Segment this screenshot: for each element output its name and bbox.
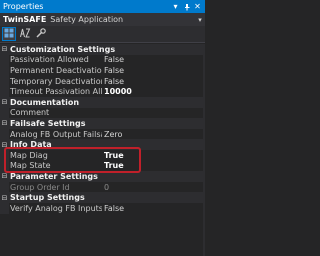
category-startup-settings[interactable]: ⊟ Startup Settings <box>0 192 205 203</box>
property-name: Timeout Passivation Allov <box>10 87 102 97</box>
object-name: TwinSAFE <box>3 15 47 24</box>
property-name: Temporary Deactivation A <box>10 76 102 86</box>
category-failsafe-settings[interactable]: ⊟ Failsafe Settings <box>0 118 205 129</box>
alphabetical-button[interactable] <box>18 27 32 41</box>
property-name: Passivation Allowed <box>10 55 89 65</box>
window-controls: ▾ ✕ <box>171 1 205 12</box>
collapse-icon[interactable]: ⊟ <box>0 194 9 202</box>
collapse-icon[interactable]: ⊟ <box>0 141 9 149</box>
chevron-down-icon[interactable]: ▾ <box>195 16 205 24</box>
property-name: Analog FB Output Failsafe <box>10 129 102 139</box>
category-customization-settings[interactable]: ⊟ Customization Settings <box>0 44 205 55</box>
category-label: Parameter Settings <box>10 171 98 181</box>
property-row-temporary-deactivation[interactable]: Temporary Deactivation A False <box>0 75 205 87</box>
property-name: Verify Analog FB Inputs at <box>10 203 102 213</box>
property-name: Map Diag <box>10 150 48 160</box>
window-title: Properties <box>3 2 44 11</box>
property-row-passivation-allowed[interactable]: Passivation Allowed False <box>0 54 205 66</box>
property-row-group-order-id[interactable]: Group Order Id 0 <box>0 181 205 193</box>
collapse-icon[interactable]: ⊟ <box>0 98 9 106</box>
collapse-icon[interactable]: ⊟ <box>0 119 9 127</box>
property-name: Comment <box>10 108 50 118</box>
category-info-data[interactable]: ⊟ Info Data <box>0 139 205 150</box>
property-pages-button[interactable] <box>34 27 48 41</box>
property-row-timeout-passivation[interactable]: Timeout Passivation Allov 10000 <box>0 86 205 97</box>
property-value[interactable]: False <box>102 55 205 64</box>
chevron-down-icon[interactable]: ▾ <box>171 1 180 12</box>
property-value[interactable]: Zero <box>102 130 205 139</box>
property-value[interactable]: False <box>102 204 205 213</box>
category-label: Failsafe Settings <box>10 118 86 128</box>
property-row-verify-analog-fb-inputs[interactable]: Verify Analog FB Inputs at False <box>0 202 205 214</box>
grid-right-edge <box>203 44 205 256</box>
object-type: Safety Application <box>50 15 124 24</box>
wrench-icon <box>36 28 46 40</box>
property-name: Map State <box>10 161 51 171</box>
properties-title-bar[interactable]: Properties ▾ ✕ <box>0 0 205 13</box>
property-row-analog-fb-output-failsafe[interactable]: Analog FB Output Failsafe Zero <box>0 128 205 140</box>
property-row-map-diag[interactable]: Map Diag True <box>0 149 205 161</box>
property-name: Permanent Deactivation A <box>10 65 102 75</box>
collapse-icon[interactable]: ⊟ <box>0 45 9 53</box>
collapse-icon[interactable]: ⊟ <box>0 172 9 180</box>
category-documentation[interactable]: ⊟ Documentation <box>0 96 205 108</box>
property-value[interactable]: True <box>102 161 205 170</box>
property-row-comment[interactable]: Comment <box>0 107 205 119</box>
property-value[interactable]: 0 <box>102 183 205 192</box>
category-label: Startup Settings <box>10 193 85 203</box>
property-name: Group Order Id <box>10 182 70 192</box>
pin-icon[interactable] <box>182 1 191 12</box>
alphabetical-icon <box>19 28 31 40</box>
object-selector[interactable]: TwinSAFE Safety Application ▾ <box>0 13 205 26</box>
categorized-button[interactable] <box>2 27 16 41</box>
category-label: Info Data <box>10 140 52 150</box>
category-label: Documentation <box>10 97 80 107</box>
properties-toolbar <box>0 26 205 43</box>
category-parameter-settings[interactable]: ⊟ Parameter Settings <box>0 171 205 182</box>
property-value[interactable]: 10000 <box>102 87 205 96</box>
close-icon[interactable]: ✕ <box>193 1 202 12</box>
property-row-map-state[interactable]: Map State True <box>0 160 205 172</box>
property-value[interactable]: False <box>102 66 205 75</box>
property-value[interactable]: False <box>102 77 205 86</box>
category-label: Customization Settings <box>10 44 116 54</box>
property-grid: ⊟ Customization Settings Passivation All… <box>0 44 205 256</box>
property-value[interactable]: True <box>102 151 205 160</box>
categorized-icon <box>4 28 14 40</box>
property-row-permanent-deactivation[interactable]: Permanent Deactivation A False <box>0 65 205 76</box>
